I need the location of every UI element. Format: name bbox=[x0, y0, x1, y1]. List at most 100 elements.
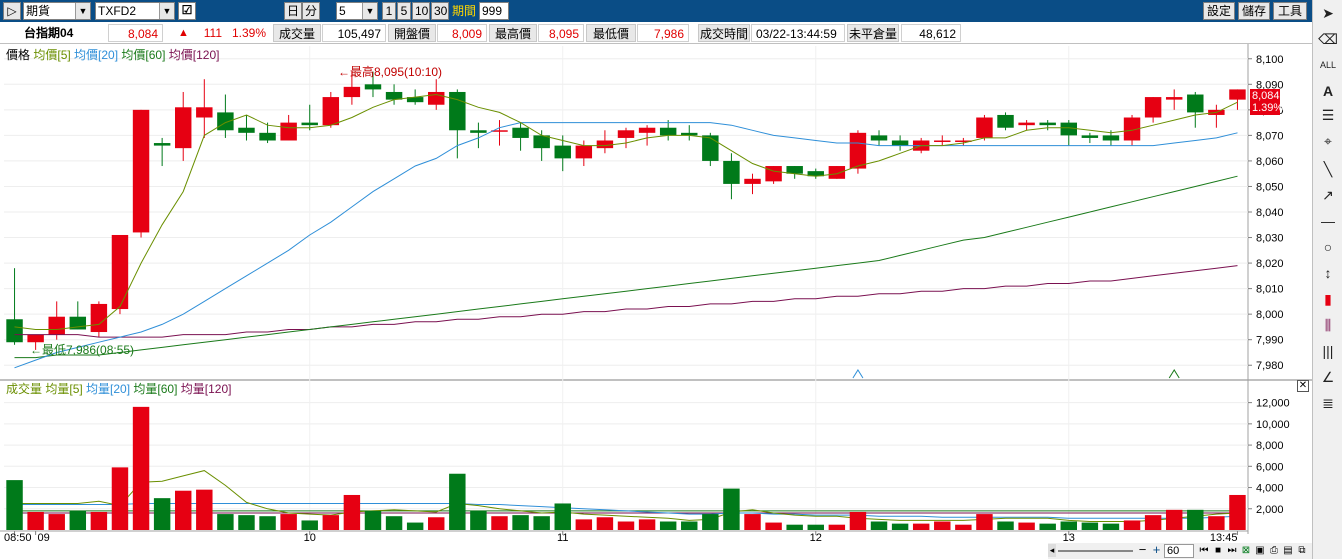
time-tick-label: 12 bbox=[810, 532, 822, 544]
period-label: 期間 bbox=[452, 4, 477, 18]
first-page-icon[interactable]: ⏮ bbox=[1198, 544, 1210, 557]
low-label: 最低價 bbox=[586, 24, 636, 42]
time-tick-label: 08:50 bbox=[4, 532, 32, 544]
save-button[interactable]: 儲存 bbox=[1238, 2, 1270, 20]
chart-window: ▷ 期貨 ▼ TXFD2 ▼ ☑ 日 分 5 ▼ 1 5 10 30 期間 999 設… bbox=[0, 0, 1342, 559]
price-tick-label: 8,030 bbox=[1256, 233, 1284, 245]
volume-bar bbox=[807, 524, 824, 530]
period-input[interactable]: 999 bbox=[479, 2, 509, 20]
close-icon[interactable]: ✕ bbox=[1297, 380, 1309, 392]
legend-ma20: 均價[20] bbox=[74, 48, 119, 62]
candle-body bbox=[174, 107, 192, 149]
candle-tool-icon[interactable]: ▮ bbox=[1317, 288, 1339, 310]
candle-body bbox=[1018, 122, 1035, 126]
volume-bar bbox=[90, 511, 108, 530]
volume-bar bbox=[702, 514, 719, 530]
legend-vol-ma20: 均量[20] bbox=[86, 382, 131, 396]
candle-body bbox=[976, 117, 993, 138]
interval-1-button[interactable]: 1 bbox=[382, 2, 396, 20]
candle-body bbox=[765, 166, 782, 182]
volume-bar bbox=[554, 503, 571, 530]
scroll-left-icon[interactable]: ◂ bbox=[1048, 544, 1056, 557]
volume-bar bbox=[744, 514, 761, 530]
scroll-track[interactable] bbox=[1058, 550, 1133, 552]
eraser-all-icon[interactable]: ALL bbox=[1317, 54, 1339, 76]
vertical-arrow-icon[interactable]: ↕ bbox=[1317, 262, 1339, 284]
candle-body bbox=[259, 132, 276, 141]
settings-button[interactable]: 設定 bbox=[1203, 2, 1235, 20]
volume-tick-label: 4,000 bbox=[1256, 483, 1284, 495]
maximize-icon[interactable]: ⊠ bbox=[1240, 544, 1252, 557]
save-image-icon[interactable]: ▣ bbox=[1254, 544, 1266, 557]
volume-bar bbox=[301, 520, 318, 530]
market-select[interactable]: 期貨 ▼ bbox=[23, 2, 91, 20]
volume-bar bbox=[470, 510, 487, 530]
checkbox-icon[interactable]: ☑ bbox=[178, 2, 196, 20]
symbol-value: TXFD2 bbox=[98, 4, 137, 18]
last-page-icon[interactable]: ⏭ bbox=[1226, 544, 1238, 557]
minute-button[interactable]: 分 bbox=[302, 2, 320, 20]
toolbar: ▷ 期貨 ▼ TXFD2 ▼ ☑ 日 分 5 ▼ 1 5 10 30 期間 999 設… bbox=[0, 0, 1312, 22]
list-icon[interactable]: ☰ bbox=[1317, 104, 1339, 126]
candle-body bbox=[1102, 135, 1120, 141]
zoom-in-icon[interactable]: + bbox=[1150, 543, 1163, 557]
volume-bar bbox=[132, 406, 150, 530]
play-button[interactable]: ▷ bbox=[3, 2, 21, 20]
volume-bar bbox=[153, 498, 171, 530]
time-tick-label: 09 bbox=[38, 532, 50, 544]
legend-ma5: 均價[5] bbox=[33, 48, 71, 62]
arrow-tool-icon[interactable]: ↗ bbox=[1317, 184, 1339, 206]
contract-name: 台指期04 bbox=[24, 26, 74, 40]
circle-tool-icon[interactable]: ○ bbox=[1317, 236, 1339, 258]
last-price-tag-pct: 1.39% bbox=[1252, 102, 1284, 114]
candle-body bbox=[1165, 97, 1183, 100]
stop-icon[interactable]: ■ bbox=[1212, 544, 1224, 557]
tag-icon[interactable]: ⌖ bbox=[1317, 130, 1339, 152]
tools-button[interactable]: 工具 bbox=[1273, 2, 1307, 20]
pointer-icon[interactable]: ➤ bbox=[1317, 2, 1339, 24]
symbol-select[interactable]: TXFD2 ▼ bbox=[95, 2, 175, 20]
signal-marker-icon bbox=[1168, 369, 1180, 379]
volume-bar bbox=[6, 480, 23, 530]
fibonacci-tool-icon[interactable]: ≣ bbox=[1317, 392, 1339, 414]
horizontal-line-icon[interactable]: — bbox=[1317, 210, 1339, 232]
zoom-input[interactable]: 60 bbox=[1164, 544, 1194, 558]
open-interest-label: 未平倉量 bbox=[847, 24, 899, 42]
interval-30-button[interactable]: 30 bbox=[431, 2, 449, 20]
candle-body bbox=[659, 127, 677, 136]
candle-body bbox=[48, 316, 65, 335]
volume-bar bbox=[659, 521, 677, 530]
price-tick-label: 7,990 bbox=[1256, 335, 1284, 347]
volume-bar bbox=[1123, 520, 1141, 530]
volume-bar bbox=[1039, 523, 1056, 530]
candle-body bbox=[470, 130, 487, 133]
bars-tool-icon[interactable]: ⫼ bbox=[1317, 314, 1339, 336]
zoom-out-icon[interactable]: − bbox=[1136, 543, 1149, 557]
chart-area[interactable]: 8,1008,0908,0808,0708,0608,0508,0408,030… bbox=[0, 44, 1312, 559]
volume-bar bbox=[849, 511, 867, 530]
export-icon[interactable]: ⧉ bbox=[1296, 544, 1308, 557]
volume-bar bbox=[111, 467, 129, 530]
time-tick-label: 10 bbox=[304, 532, 316, 544]
interval-5-button[interactable]: 5 bbox=[397, 2, 411, 20]
day-button[interactable]: 日 bbox=[284, 2, 302, 20]
interval-10-button[interactable]: 10 bbox=[412, 2, 430, 20]
ma20-line bbox=[14, 122, 1238, 369]
fan-tool-icon[interactable]: ∠ bbox=[1317, 366, 1339, 388]
volume-bar bbox=[238, 515, 255, 530]
high-label: 最高價 bbox=[489, 24, 537, 42]
eraser-icon[interactable]: ⌫ bbox=[1317, 28, 1339, 50]
interval-value: 5 bbox=[339, 4, 346, 18]
price-tick-label: 8,020 bbox=[1256, 258, 1284, 270]
candle-body bbox=[196, 107, 213, 118]
candle-body bbox=[1187, 94, 1204, 113]
chart-icon[interactable]: ▤ bbox=[1282, 544, 1294, 557]
columns-tool-icon[interactable]: ||| bbox=[1317, 340, 1339, 362]
interval-select[interactable]: 5 ▼ bbox=[336, 2, 378, 20]
ma60-line bbox=[14, 175, 1238, 359]
text-tool-icon[interactable]: A bbox=[1317, 80, 1339, 102]
line-tool-icon[interactable]: ╲ bbox=[1317, 158, 1339, 180]
price-tick-label: 7,980 bbox=[1256, 360, 1284, 372]
print-icon[interactable]: ⎙ bbox=[1268, 544, 1280, 557]
volume-bar bbox=[196, 489, 213, 530]
